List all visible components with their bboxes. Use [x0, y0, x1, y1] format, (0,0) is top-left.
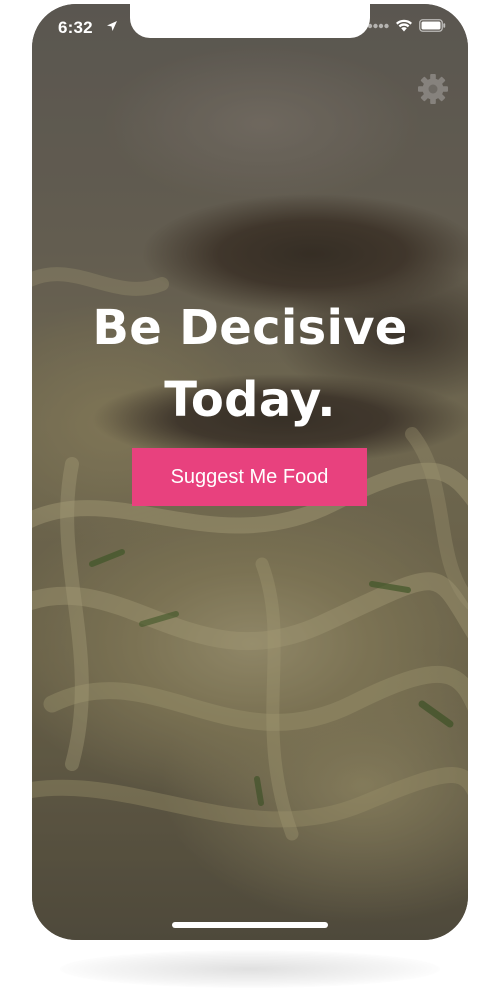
- home-indicator[interactable]: [172, 922, 328, 928]
- status-time: 6:32: [58, 18, 93, 37]
- headline-line-1: Be Decisive: [92, 300, 408, 356]
- suggest-food-button[interactable]: Suggest Me Food: [132, 448, 367, 506]
- wifi-icon: [396, 19, 412, 32]
- device-stage: 6:32 Be Decisive Today. Suggest Me Food: [0, 0, 500, 1004]
- headline-line-2: Today.: [164, 372, 336, 428]
- gear-icon[interactable]: [416, 72, 450, 106]
- status-indicators: [367, 19, 446, 32]
- phone-screen: 6:32 Be Decisive Today. Suggest Me Food: [32, 4, 468, 940]
- battery-icon: [419, 19, 446, 32]
- device-shadow: [60, 950, 440, 988]
- location-arrow-icon: [107, 21, 117, 31]
- device-notch: [130, 4, 370, 38]
- signal-dots-icon: [367, 23, 389, 28]
